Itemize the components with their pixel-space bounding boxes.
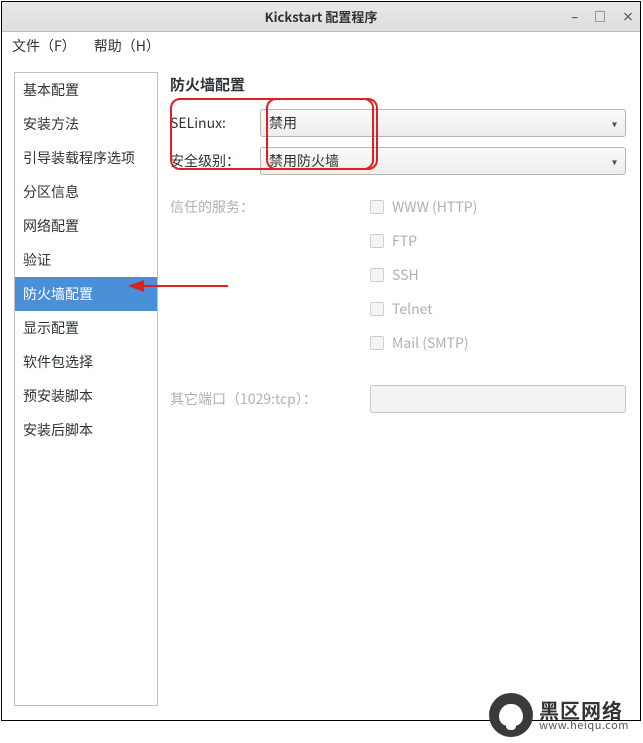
service-label: Telnet [392,299,433,319]
watermark-en: www.heiqu.com [539,720,629,731]
selinux-value: 禁用 [269,113,297,133]
selinux-label: SELinux: [170,113,260,133]
sidebar-item-auth[interactable]: 验证 [15,243,157,277]
window-title: Kickstart 配置程序 [265,7,378,26]
chevron-down-icon: ▾ [612,154,617,169]
trusted-services-list: WWW (HTTP) FTP SSH Telnet [370,197,626,367]
checkbox-icon [370,200,384,214]
sidebar-item-display[interactable]: 显示配置 [15,311,157,345]
menu-file[interactable]: 文件（F） [12,36,76,56]
seclevel-row: 安全级别： 禁用防火墙 ▾ [170,147,626,175]
mushroom-icon [499,704,523,726]
menu-help[interactable]: 帮助（H） [94,36,160,56]
sidebar-item-prescript[interactable]: 预安装脚本 [15,379,157,413]
sidebar-item-bootloader[interactable]: 引导装载程序选项 [15,141,157,175]
trusted-services-row: 信任的服务： WWW (HTTP) FTP SSH [170,197,626,367]
sidebar-item-postscript[interactable]: 安装后脚本 [15,413,157,447]
other-ports-label: 其它端口（1029:tcp）： [170,389,370,409]
sidebar-item-network[interactable]: 网络配置 [15,209,157,243]
panel-title: 防火墙配置 [170,74,626,95]
service-label: WWW (HTTP) [392,197,477,217]
service-ssh: SSH [370,265,626,285]
watermark-logo [489,693,533,737]
seclevel-value: 禁用防火墙 [269,151,339,171]
sidebar-item-install[interactable]: 安装方法 [15,107,157,141]
checkbox-icon [370,234,384,248]
other-ports-input [370,385,626,413]
watermark: 黑区网络 www.heiqu.com [489,693,629,737]
maximize-button[interactable]: □ [594,11,606,23]
other-ports-row: 其它端口（1029:tcp）： [170,385,626,413]
service-label: SSH [392,265,419,285]
checkbox-icon [370,302,384,316]
sidebar-item-packages[interactable]: 软件包选择 [15,345,157,379]
service-telnet: Telnet [370,299,626,319]
sidebar-list[interactable]: 基本配置 安装方法 引导装载程序选项 分区信息 网络配置 验证 防火墙配置 显示… [14,72,158,706]
application-window: Kickstart 配置程序 – □ × 文件（F） 帮助（H） 基本配置 安装… [1,1,641,721]
sidebar-item-partition[interactable]: 分区信息 [15,175,157,209]
menu-bar: 文件（F） 帮助（H） [2,32,640,60]
close-button[interactable]: × [622,11,634,23]
trusted-services-label: 信任的服务： [170,197,370,367]
checkbox-icon [370,336,384,350]
selinux-combo[interactable]: 禁用 ▾ [260,109,626,137]
watermark-text: 黑区网络 www.heiqu.com [539,700,629,731]
content-area: 基本配置 安装方法 引导装载程序选项 分区信息 网络配置 验证 防火墙配置 显示… [2,60,640,720]
sidebar-item-firewall[interactable]: 防火墙配置 [15,277,157,311]
minimize-button[interactable]: – [571,11,578,23]
window-titlebar: Kickstart 配置程序 – □ × [2,2,640,32]
firewall-panel: 防火墙配置 SELinux: 禁用 ▾ 安全级别： 禁用防火墙 ▾ [170,72,626,706]
selinux-row: SELinux: 禁用 ▾ [170,109,626,137]
service-www: WWW (HTTP) [370,197,626,217]
service-ftp: FTP [370,231,626,251]
window-controls: – □ × [571,2,634,31]
chevron-down-icon: ▾ [612,116,617,131]
seclevel-label: 安全级别： [170,151,260,171]
sidebar-item-basic[interactable]: 基本配置 [15,73,157,107]
service-smtp: Mail (SMTP) [370,333,626,353]
seclevel-combo[interactable]: 禁用防火墙 ▾ [260,147,626,175]
service-label: Mail (SMTP) [392,333,469,353]
service-label: FTP [392,231,417,251]
checkbox-icon [370,268,384,282]
